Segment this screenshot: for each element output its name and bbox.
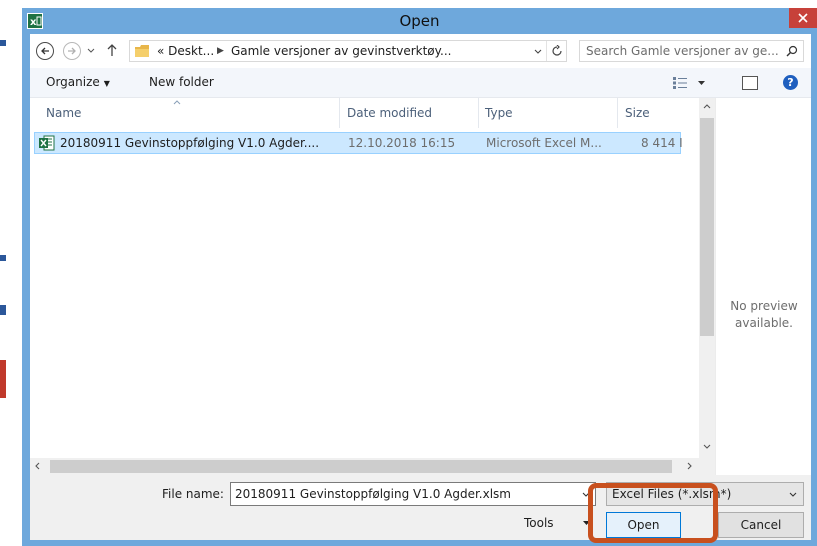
open-dialog: x Open « Deskt... ▶ Gamle versjoner av g… xyxy=(22,8,817,546)
close-button[interactable] xyxy=(789,8,817,28)
vertical-scrollbar[interactable] xyxy=(699,98,715,458)
column-header-type[interactable]: Type xyxy=(485,98,513,128)
file-type: Microsoft Excel M... xyxy=(486,136,602,150)
preview-message-line: available. xyxy=(735,316,793,330)
preview-message: No preview available. xyxy=(716,298,812,332)
refresh-icon xyxy=(552,45,562,56)
back-button[interactable] xyxy=(36,42,54,60)
forward-button[interactable] xyxy=(63,42,81,60)
new-folder-button[interactable]: New folder xyxy=(149,75,214,89)
preview-pane-icon[interactable] xyxy=(742,76,758,90)
preview-message-line: No preview xyxy=(730,299,798,313)
refresh-button[interactable] xyxy=(546,41,566,61)
dialog-client: « Deskt... ▶ Gamle versjoner av gevinstv… xyxy=(30,34,811,540)
back-arrow-icon xyxy=(41,47,49,55)
file-size: 8 414 I xyxy=(641,136,682,150)
file-name-field[interactable]: 20180911 Gevinstoppfølging V1.0 Agder.xl… xyxy=(230,482,596,506)
cancel-button[interactable]: Cancel xyxy=(718,512,804,538)
background-mark xyxy=(0,305,6,315)
organize-chevron-down-icon: ▼ xyxy=(103,79,110,88)
navigation-bar: « Deskt... ▶ Gamle versjoner av gevinstv… xyxy=(30,34,811,68)
column-header-name[interactable]: Name xyxy=(46,98,81,128)
background-mark xyxy=(0,40,6,46)
address-bar[interactable]: « Deskt... ▶ Gamle versjoner av gevinstv… xyxy=(129,40,567,62)
search-input[interactable]: Search Gamle versjoner av ge... xyxy=(579,40,804,62)
breadcrumb-desktop[interactable]: « Deskt... xyxy=(157,44,214,58)
scroll-left-icon[interactable] xyxy=(35,462,40,470)
preview-pane: No preview available. xyxy=(715,98,811,475)
view-options-icon[interactable] xyxy=(673,77,687,89)
recent-locations-chevron-icon[interactable] xyxy=(87,48,95,53)
background-window xyxy=(0,0,22,546)
file-list[interactable]: Name Date modified Type Size 20180911 Ge… xyxy=(30,98,715,458)
view-chevron-down-icon[interactable] xyxy=(698,81,705,86)
column-header-size[interactable]: Size xyxy=(625,98,650,128)
column-separator[interactable] xyxy=(339,98,340,128)
window-title: Open xyxy=(399,12,440,30)
tools-button[interactable]: Tools xyxy=(524,516,554,530)
horizontal-scroll-thumb[interactable] xyxy=(50,460,672,473)
column-separator[interactable] xyxy=(617,98,618,128)
scroll-right-icon[interactable] xyxy=(687,462,692,470)
horizontal-scrollbar[interactable] xyxy=(30,458,715,475)
search-placeholder: Search Gamle versjoner av ge... xyxy=(586,44,779,58)
scroll-down-icon[interactable] xyxy=(703,444,711,449)
address-chevron-down-icon[interactable] xyxy=(534,49,542,54)
file-name-label: File name: xyxy=(162,487,224,501)
vertical-scroll-thumb[interactable] xyxy=(700,118,714,336)
folder-icon xyxy=(135,45,149,57)
column-header-date-modified[interactable]: Date modified xyxy=(347,98,432,128)
excel-file-icon xyxy=(39,135,55,151)
background-mark xyxy=(0,360,6,398)
filter-chevron-down-icon xyxy=(789,492,797,497)
column-separator[interactable] xyxy=(478,98,479,128)
file-date-modified: 12.10.2018 16:15 xyxy=(348,136,456,150)
search-icon xyxy=(786,45,798,57)
scroll-up-icon[interactable] xyxy=(703,104,711,109)
background-mark xyxy=(0,255,6,261)
up-arrow-icon[interactable] xyxy=(106,43,118,57)
forward-arrow-icon xyxy=(68,47,76,55)
organize-label: Organize xyxy=(46,75,100,89)
title-bar[interactable]: x Open xyxy=(22,8,817,34)
breadcrumb-separator[interactable]: ▶ xyxy=(217,46,224,56)
organize-button[interactable]: Organize ▼ xyxy=(46,75,110,89)
file-name-value: 20180911 Gevinstoppfølging V1.0 Agder.xl… xyxy=(235,487,511,501)
open-button-highlight xyxy=(588,483,718,543)
close-icon xyxy=(798,13,808,23)
sort-ascending-icon xyxy=(173,100,181,105)
help-icon[interactable]: ? xyxy=(783,75,798,90)
breadcrumb-current-folder[interactable]: Gamle versjoner av gevinstverktøy... xyxy=(231,44,451,58)
file-name: 20180911 Gevinstoppfølging V1.0 Agder...… xyxy=(60,136,320,150)
file-row[interactable]: 20180911 Gevinstoppfølging V1.0 Agder...… xyxy=(34,132,682,154)
command-toolbar: Organize ▼ New folder ? xyxy=(30,68,811,98)
